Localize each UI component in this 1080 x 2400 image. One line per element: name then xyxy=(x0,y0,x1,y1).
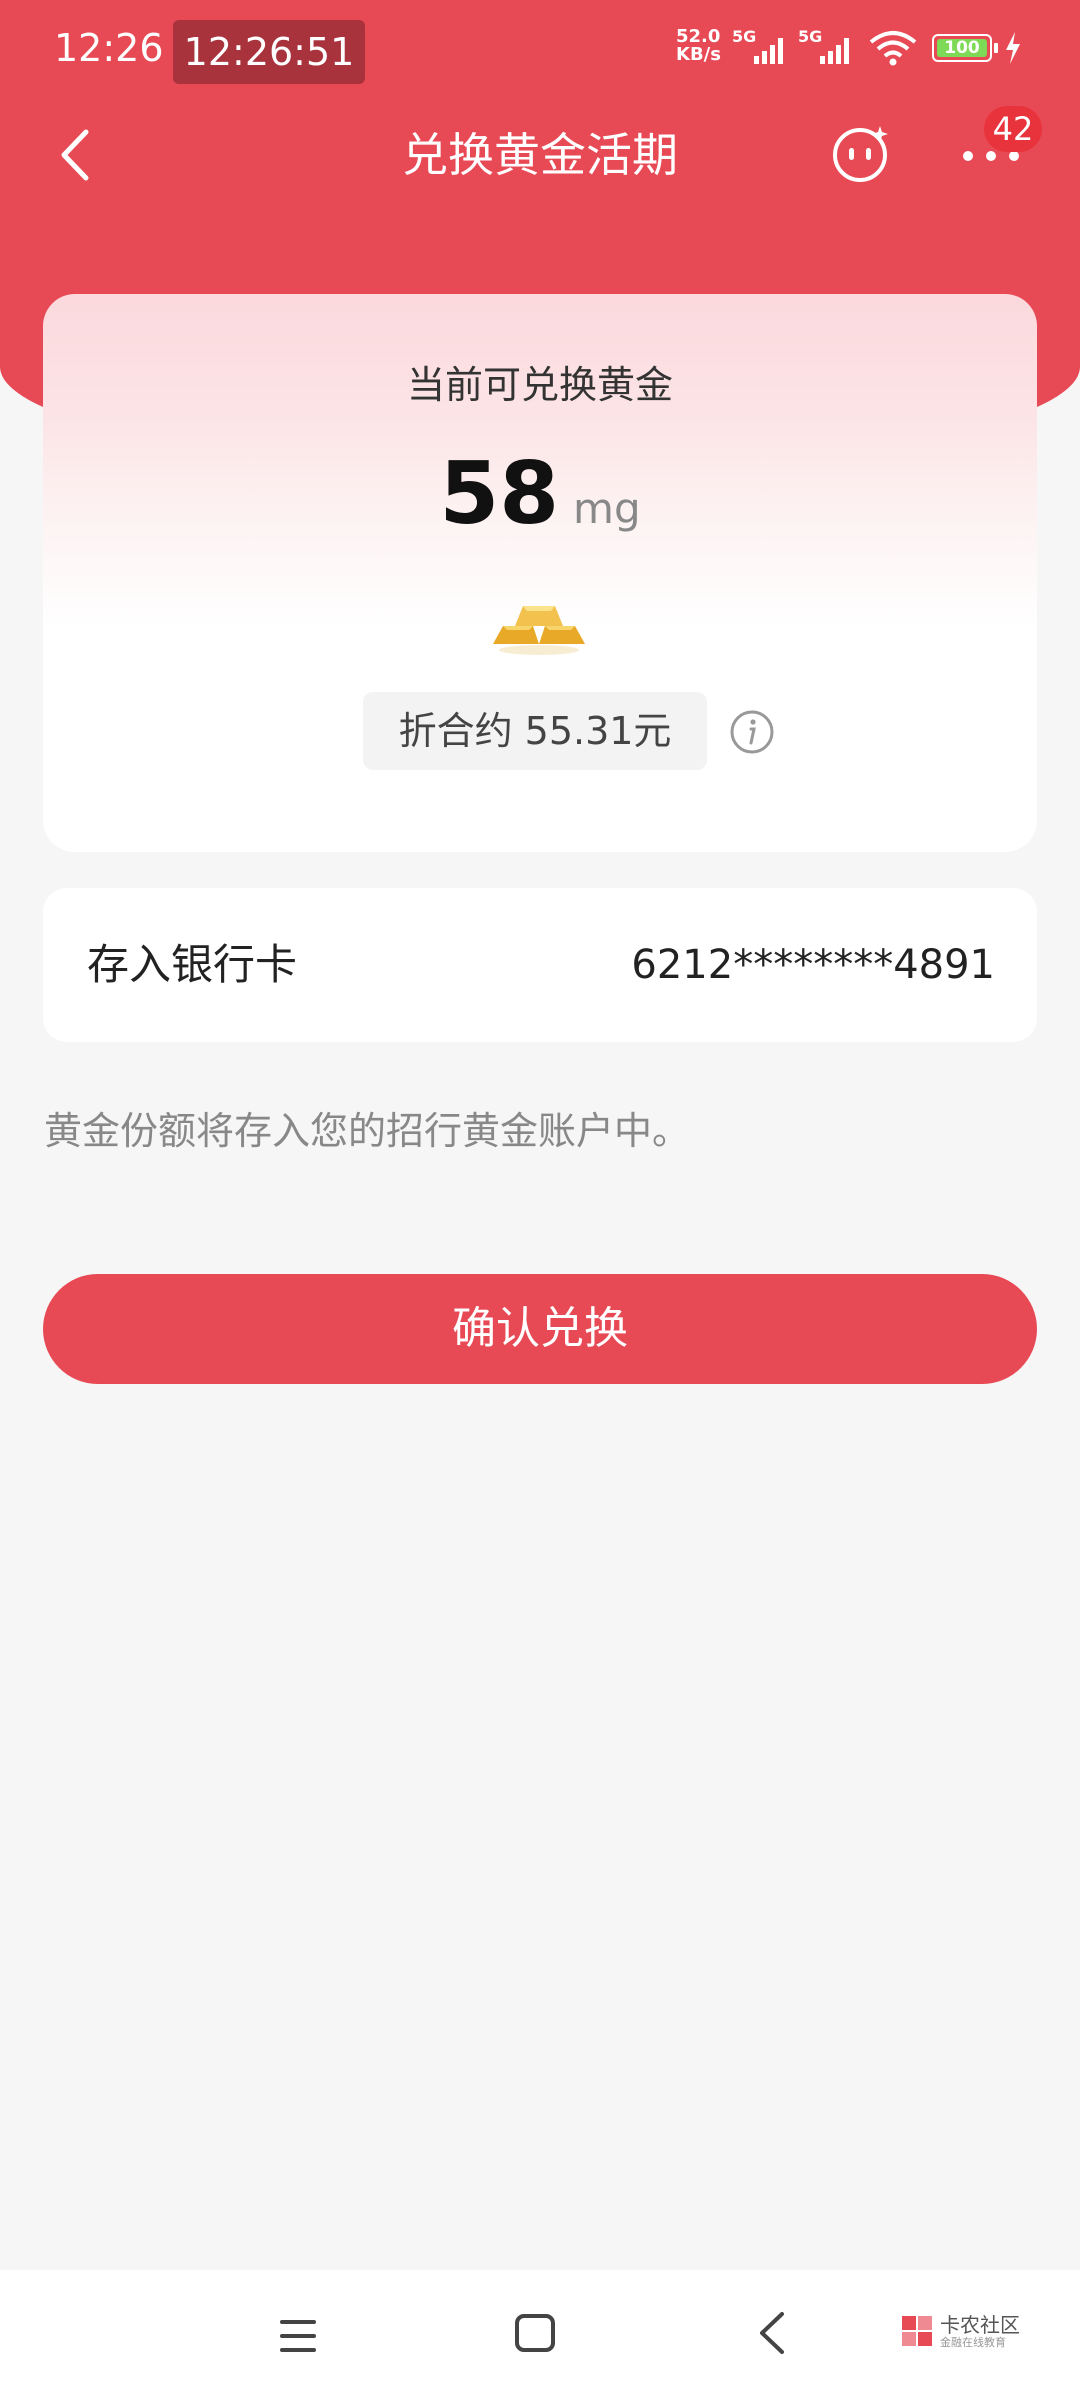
nav-back-icon[interactable] xyxy=(752,2308,792,2358)
info-icon[interactable] xyxy=(729,709,775,755)
deposit-bank-card-row[interactable]: 存入银行卡 6212********4891 xyxy=(43,888,1037,1042)
notice-text: 黄金份额将存入您的招行黄金账户中。 xyxy=(44,1109,691,1153)
card-label: 当前可兑换黄金 xyxy=(406,363,673,407)
network-type-label: 5G xyxy=(732,28,756,46)
assistant-bot-icon[interactable] xyxy=(830,122,892,184)
page-title: 兑换黄金活期 xyxy=(402,128,678,182)
wifi-icon xyxy=(869,31,917,66)
menu-icon[interactable] xyxy=(276,2314,320,2358)
bank-card-number: 6212********4891 xyxy=(631,942,995,988)
watermark-subtitle: 金融在线教育 xyxy=(940,2336,1006,2349)
signal-5g-icon: 5G xyxy=(732,28,783,64)
network-speed: 52.0 KB/s xyxy=(676,28,721,64)
system-nav-bar: 卡农社区 金融在线教育 xyxy=(0,2270,1080,2400)
notification-badge: 42 xyxy=(984,106,1042,152)
watermark-logo-icon xyxy=(902,2316,932,2346)
status-bar: 12:26 12:26:51 52.0 KB/s 5G 5G 100 xyxy=(0,0,1080,100)
watermark-logo: 卡农社区 金融在线教育 xyxy=(900,2314,1030,2358)
confirm-exchange-button[interactable]: 确认兑换 xyxy=(43,1274,1037,1384)
battery-tip xyxy=(994,43,998,53)
gold-amount-unit: mg xyxy=(573,484,641,533)
floating-clock: 12:26:51 xyxy=(173,20,365,84)
charging-icon xyxy=(1006,32,1020,64)
watermark-title: 卡农社区 xyxy=(940,2313,1020,2337)
bank-card-label: 存入银行卡 xyxy=(87,940,298,989)
network-type-label-2: 5G xyxy=(798,28,822,46)
approx-value: 折合约 55.31元 xyxy=(363,692,707,770)
gold-balance-card: 当前可兑换黄金 58 mg 折合约 55.31元 xyxy=(43,294,1037,852)
battery-icon: 100 xyxy=(932,34,992,62)
gold-bars-icon xyxy=(493,606,585,655)
gold-amount: 58 mg xyxy=(43,444,1037,544)
network-speed-unit: KB/s xyxy=(676,44,721,65)
battery-level: 100 xyxy=(937,39,987,57)
home-icon[interactable] xyxy=(512,2310,558,2356)
status-time: 12:26 xyxy=(54,26,164,70)
gold-amount-value: 58 xyxy=(439,444,560,544)
signal-5g-icon-2: 5G xyxy=(798,28,849,64)
